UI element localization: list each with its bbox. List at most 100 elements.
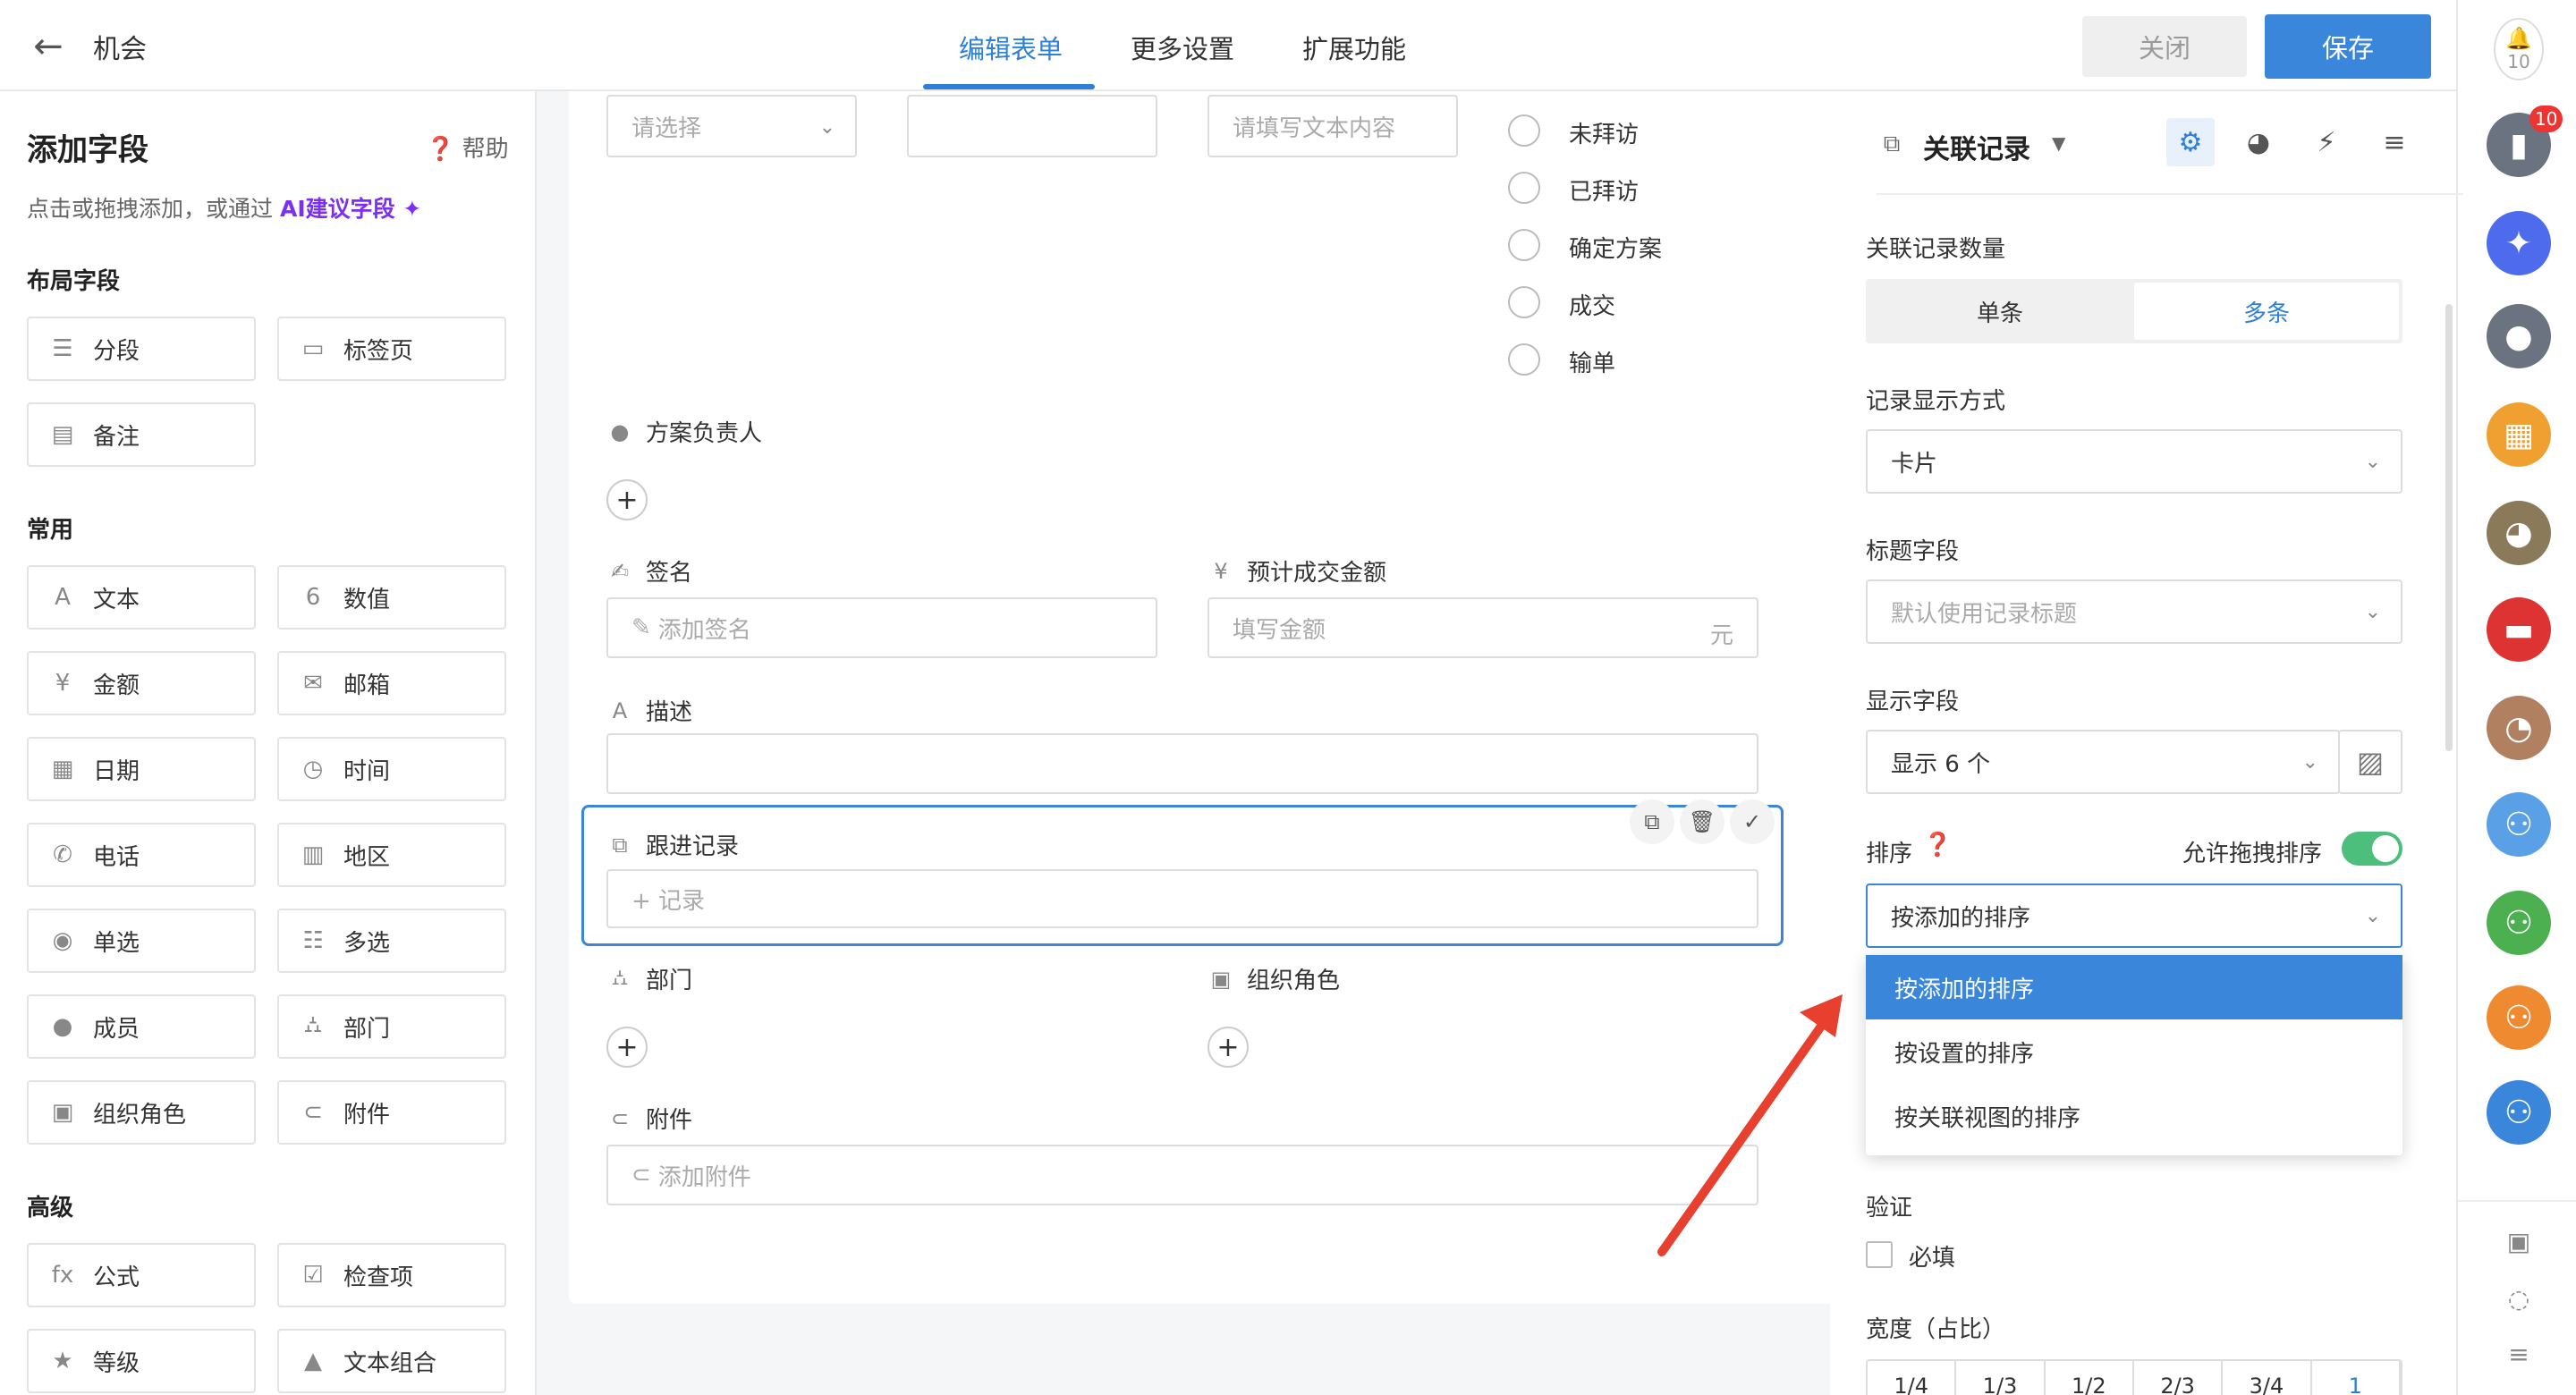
width-option-active[interactable]: 1: [2311, 1361, 2401, 1395]
ai-app-icon[interactable]: ✦: [2487, 211, 2551, 275]
field-member-button[interactable]: ● 成员: [27, 994, 256, 1059]
add-role-button[interactable]: +: [1208, 1027, 1249, 1068]
signature-input[interactable]: ✎ 添加签名: [606, 597, 1157, 658]
copy-icon[interactable]: ⧉: [1630, 799, 1674, 844]
gear-icon[interactable]: ⚙: [2166, 118, 2215, 166]
field-rating-button[interactable]: ★ 等级: [27, 1329, 256, 1393]
drag-sort-toggle[interactable]: [2342, 832, 2402, 866]
mail-icon: ✉: [303, 670, 323, 697]
field-region-button[interactable]: ▥ 地区: [277, 823, 506, 887]
select-input[interactable]: 请选择 ⌄: [606, 95, 857, 157]
field-phone-button[interactable]: ✆ 电话: [27, 823, 256, 887]
add-owner-button[interactable]: +: [606, 479, 648, 520]
radio-option-3[interactable]: [1508, 229, 1540, 261]
ai-suggest-link[interactable]: AI建议字段: [280, 196, 395, 222]
section-layout: 布局字段: [27, 268, 121, 295]
field-currency-button[interactable]: ¥ 金额: [27, 651, 256, 715]
check-icon[interactable]: ✓: [1730, 799, 1775, 844]
sort-option-added[interactable]: 按添加的排序: [1866, 955, 2402, 1019]
avatar-cat[interactable]: ◕: [2487, 501, 2551, 565]
contacts-icon[interactable]: ▣: [2501, 1223, 2537, 1259]
bell-app-icon[interactable]: ●: [2487, 304, 2551, 368]
tab-more-settings[interactable]: 更多设置: [1131, 29, 1234, 66]
collapse-icon[interactable]: ≡: [2501, 1336, 2537, 1372]
back-arrow-icon[interactable]: ←: [29, 26, 68, 67]
field-formula-button[interactable]: fx 公式: [27, 1243, 256, 1307]
field-number-button[interactable]: 6 数值: [277, 565, 506, 630]
lightning-icon[interactable]: ⚡: [2306, 122, 2347, 163]
sign-field-label: ✍ 签名: [606, 554, 692, 588]
display-mode-select[interactable]: 卡片 ⌄: [1866, 429, 2402, 494]
field-label: 金额: [93, 672, 140, 699]
field-date-button[interactable]: ▦ 日期: [27, 737, 256, 801]
width-option[interactable]: 3/4: [2223, 1361, 2312, 1395]
add-record-input[interactable]: + 记录: [606, 869, 1758, 928]
field-email-button[interactable]: ✉ 邮箱: [277, 651, 506, 715]
multi-option[interactable]: 多条: [2134, 283, 2399, 340]
chat-icon[interactable]: ◌: [2501, 1281, 2537, 1316]
field-time-button[interactable]: ◷ 时间: [277, 737, 506, 801]
radio-option-4[interactable]: [1508, 286, 1540, 318]
title-field-select[interactable]: 默认使用记录标题 ⌄: [1866, 579, 2402, 644]
required-checkbox[interactable]: [1866, 1241, 1893, 1268]
image-icon[interactable]: ▨: [2338, 730, 2402, 794]
notification-bell-button[interactable]: 🔔 10: [2494, 18, 2544, 80]
single-option[interactable]: 单条: [1869, 283, 2131, 340]
avatar-monkey[interactable]: ◔: [2487, 696, 2551, 760]
save-button[interactable]: 保存: [2265, 14, 2431, 79]
sort-option-custom[interactable]: 按设置的排序: [1866, 1019, 2402, 1084]
sort-lines-icon[interactable]: ≡: [2374, 122, 2415, 163]
add-department-button[interactable]: +: [606, 1027, 648, 1068]
properties-scrollbar[interactable]: [2445, 304, 2453, 751]
group-avatar-blue-2[interactable]: ⚇: [2487, 1080, 2551, 1145]
field-text-combine-button[interactable]: ▲ 文本组合: [277, 1329, 506, 1393]
help-icon[interactable]: ❓: [1923, 832, 1952, 858]
sort-option-view[interactable]: 按关联视图的排序: [1866, 1084, 2402, 1148]
blank-input[interactable]: [907, 95, 1157, 157]
field-type-title[interactable]: 关联记录: [1923, 127, 2030, 166]
grid-app-icon[interactable]: ▦: [2487, 402, 2551, 467]
palette-icon[interactable]: ◕: [2238, 122, 2279, 163]
group-avatar-orange[interactable]: ⚇: [2487, 985, 2551, 1050]
yen-icon: ¥: [1214, 558, 1228, 584]
close-button[interactable]: 关闭: [2082, 16, 2247, 77]
width-option[interactable]: 1/2: [2046, 1361, 2134, 1395]
width-option[interactable]: 1/3: [1956, 1361, 2046, 1395]
field-note-button[interactable]: ▤ 备注: [27, 402, 256, 467]
text-input[interactable]: 请填写文本内容: [1208, 95, 1458, 157]
paperclip-icon: ⊂: [631, 1162, 651, 1188]
description-input[interactable]: [606, 733, 1758, 794]
group-avatar-blue[interactable]: ⚇: [2487, 792, 2551, 857]
amount-input[interactable]: 填写金额 元: [1208, 597, 1758, 658]
width-option[interactable]: 2/3: [2134, 1361, 2224, 1395]
field-section-button[interactable]: ☰ 分段: [27, 317, 256, 381]
select-placeholder: 请选择: [631, 114, 702, 142]
radio-option-1[interactable]: [1508, 114, 1540, 147]
sort-dropdown-menu: 按添加的排序 按设置的排序 按关联视图的排序: [1866, 955, 2402, 1155]
group-avatar-green[interactable]: ⚇: [2487, 891, 2551, 955]
field-checkbox-button[interactable]: ☑ 检查项: [277, 1243, 506, 1307]
field-department-button[interactable]: ⛼ 部门: [277, 994, 506, 1059]
radio-option-5[interactable]: [1508, 343, 1540, 376]
field-attachment-button[interactable]: ⊂ 附件: [277, 1080, 506, 1145]
radio-option-2[interactable]: [1508, 172, 1540, 204]
field-org-role-button[interactable]: ▣ 组织角色: [27, 1080, 256, 1145]
avatar-dog-red[interactable]: ▬: [2487, 597, 2551, 662]
sort-select[interactable]: 按添加的排序 ⌄: [1866, 884, 2402, 948]
field-text-button[interactable]: A 文本: [27, 565, 256, 630]
user-icon: ●: [610, 418, 630, 444]
width-option[interactable]: 1/4: [1868, 1361, 1957, 1395]
attachment-input[interactable]: ⊂ 添加附件: [606, 1145, 1758, 1205]
label-text: 描述: [646, 699, 693, 726]
help-link[interactable]: ❓ 帮助: [426, 131, 509, 164]
field-label: 备注: [93, 423, 140, 451]
field-single-select-button[interactable]: ◉ 单选: [27, 909, 256, 973]
caret-down-icon[interactable]: ▼: [2052, 132, 2065, 154]
show-fields-select[interactable]: 显示 6 个 ⌄: [1866, 730, 2340, 794]
field-tabs-button[interactable]: ▭ 标签页: [277, 317, 506, 381]
tab-extensions[interactable]: 扩展功能: [1302, 29, 1406, 66]
attach-field-label: ⊂ 附件: [606, 1102, 692, 1135]
tab-edit-form[interactable]: 编辑表单: [959, 29, 1063, 66]
field-multi-select-button[interactable]: ☷ 多选: [277, 909, 506, 973]
trash-icon[interactable]: 🗑: [1680, 799, 1724, 844]
